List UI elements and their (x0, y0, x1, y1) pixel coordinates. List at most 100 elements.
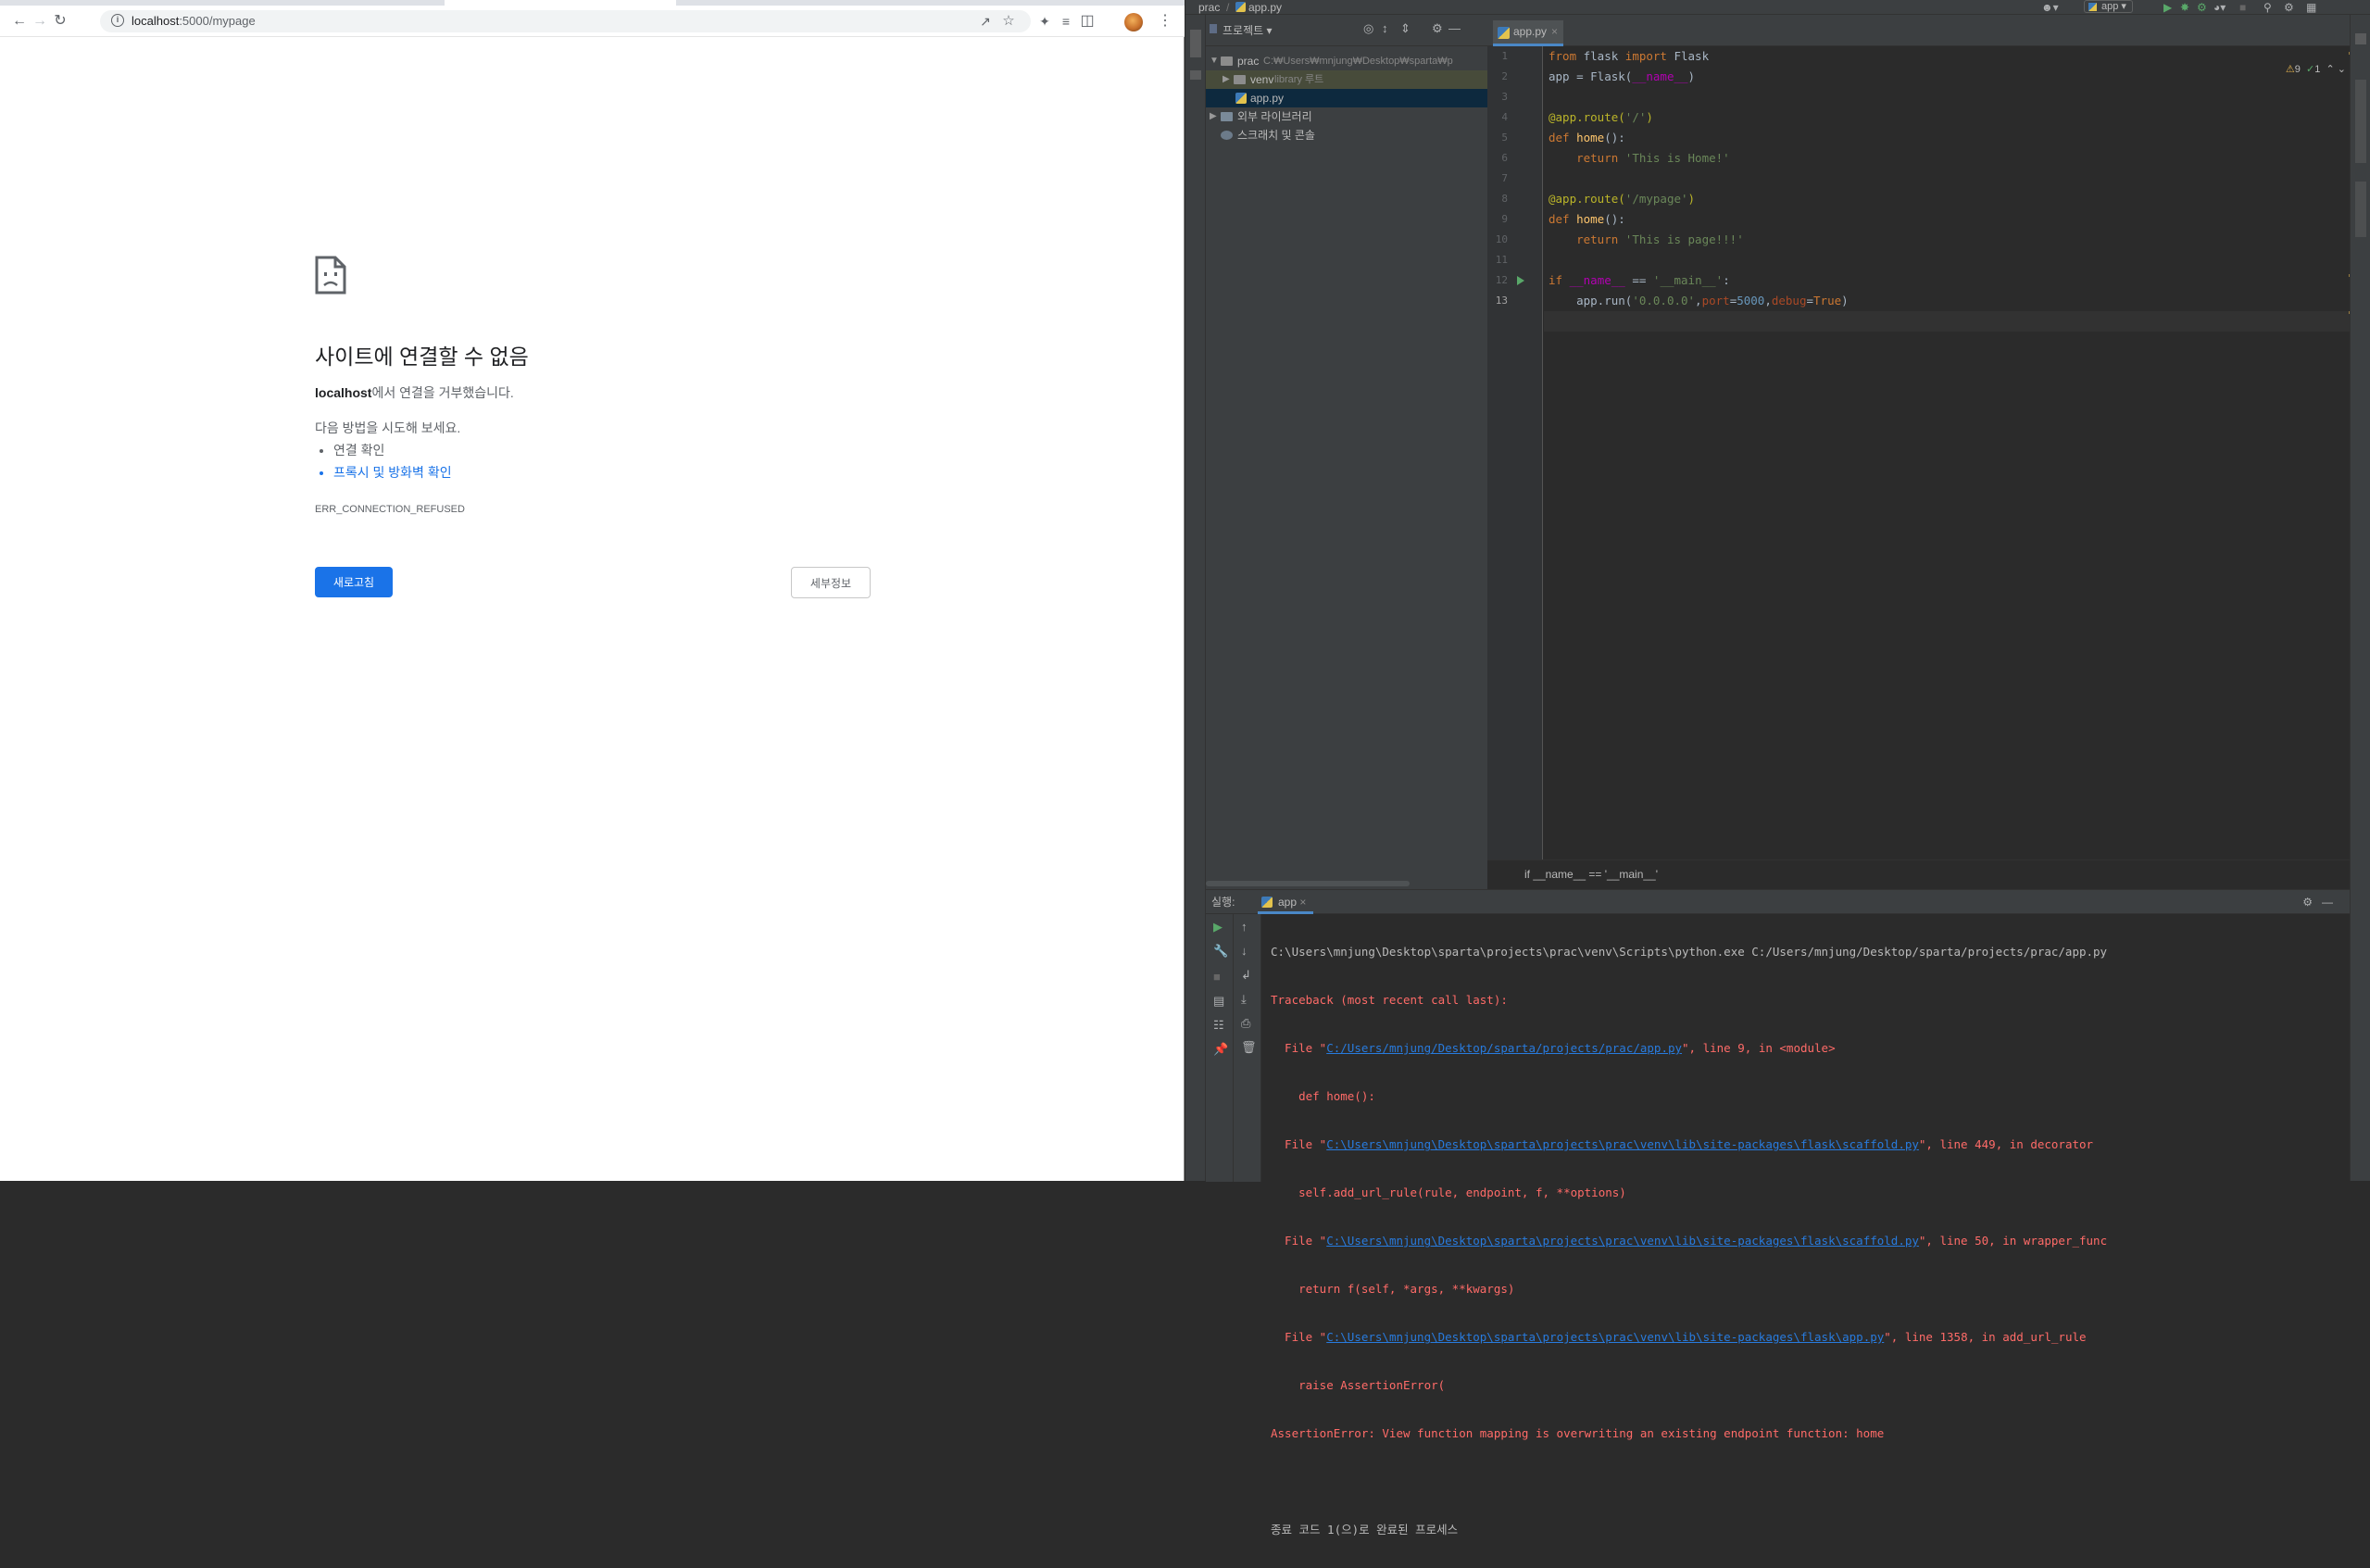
browser-menu-icon[interactable]: ⋮ (1155, 11, 1175, 31)
code-line[interactable]: return 'This is page!!!' (1549, 230, 1744, 250)
panel-options-icon[interactable]: ⚙ (1432, 21, 1443, 36)
tree-item-prac[interactable]: ▼ prac C:₩Users₩mnjung₩Desktop₩sparta₩p (1206, 52, 1487, 70)
folder-icon (1234, 75, 1246, 84)
chevron-right-icon[interactable]: ▶ (1223, 70, 1230, 89)
forward-icon[interactable]: → (30, 11, 50, 31)
nav-crumb-file[interactable]: app.py (1248, 1, 1282, 14)
console-file-link[interactable]: C:\Users\mnjung\Desktop\sparta\projects\… (1326, 1137, 1919, 1151)
share-icon[interactable]: ↗ (975, 11, 996, 31)
editor-tab-app-py[interactable]: app.py × (1493, 20, 1563, 46)
bookmark-star-icon[interactable]: ☆ (998, 11, 1019, 31)
close-run-tab-icon[interactable]: × (1299, 896, 1306, 909)
hide-panel-icon[interactable]: — (1448, 21, 1461, 35)
left-tool-strip (1185, 15, 1206, 1181)
rerun-icon[interactable]: ▶ (1213, 920, 1223, 935)
user-icon[interactable]: ☻▾ (2041, 1, 2059, 14)
run-settings-icon[interactable]: ⚙ (2302, 890, 2313, 914)
hide-run-panel-icon[interactable]: — (2322, 890, 2333, 914)
suggestions-label: 다음 방법을 시도해 보세요. (315, 420, 461, 435)
warning-icon: ⚠ (2285, 64, 2295, 75)
code-line[interactable]: return 'This is Home!' (1549, 148, 1730, 169)
run-config-selector[interactable]: app ▾ (2084, 0, 2133, 13)
restore-layout-icon[interactable]: ▤ (1213, 994, 1224, 1009)
scroll-up-icon[interactable]: ↑ (1241, 920, 1248, 934)
editor-breadcrumb[interactable]: if __name__ == '__main__' (1487, 859, 2370, 889)
close-tab-icon[interactable]: × (1551, 20, 1558, 44)
suggestion-check-proxy-firewall[interactable]: 프록시 및 방화벽 확인 (333, 461, 452, 483)
horizontal-scrollbar[interactable] (1206, 881, 1410, 886)
console-line: File "C:/Users/mnjung/Desktop/sparta/pro… (1271, 1038, 2345, 1059)
edit-config-icon[interactable]: 🔧 (1213, 944, 1228, 959)
line-number: 5 (1501, 132, 1508, 144)
run-gutter-icon[interactable] (1517, 276, 1524, 285)
stop-icon[interactable]: ■ (2239, 1, 2246, 14)
code-line[interactable]: @app.route('/mypage') (1549, 189, 1695, 209)
side-panel-icon[interactable]: ◫ (1077, 11, 1097, 31)
tree-item-venv[interactable]: ▶ venv library 루트 (1206, 70, 1487, 89)
debug-icon[interactable]: ✸ (2180, 1, 2189, 14)
run-panel: 실행: app × ⚙ — ▶ 🔧 ■ ▤ ☷ 📌 ↑ ↓ ↲ ⤓ ⎙ 🗑 C:… (1206, 889, 2350, 1537)
structure-tool-button[interactable] (1190, 70, 1201, 80)
coverage-icon[interactable]: ⚙ (2197, 1, 2207, 14)
tree-item-external-libraries[interactable]: ▶ 외부 라이브러리 (1206, 107, 1487, 126)
print-icon[interactable]: ⎙ (1241, 1016, 1250, 1031)
console-output[interactable]: C:\Users\mnjung\Desktop\sparta\projects\… (1271, 914, 2345, 1537)
error-page: 사이트에 연결할 수 없음 localhost에서 연결을 거부했습니다. 다음… (315, 0, 871, 1181)
inspection-widget[interactable]: ⚠9 ✓1 ⌃ ⌄ (2286, 63, 2346, 75)
project-tool-button[interactable] (1190, 30, 1201, 57)
tree-item-app-py[interactable]: app.py (1206, 89, 1487, 107)
nav-crumb-project[interactable]: prac (1198, 1, 1220, 14)
code-line[interactable]: if __name__ == '__main__': (1549, 270, 1730, 291)
code-line[interactable]: def home(): (1549, 209, 1625, 230)
extensions-icon[interactable]: ✦ (1035, 11, 1055, 31)
back-icon[interactable]: ← (9, 11, 30, 31)
error-code: ERR_CONNECTION_REFUSED (315, 504, 465, 515)
console-file-link[interactable]: C:\Users\mnjung\Desktop\sparta\projects\… (1326, 1330, 1884, 1344)
profile-avatar[interactable] (1124, 13, 1143, 31)
details-button[interactable]: 세부정보 (791, 567, 871, 598)
console-file-link[interactable]: C:/Users/mnjung/Desktop/sparta/projects/… (1326, 1041, 1682, 1055)
code-line[interactable]: @app.route('/') (1549, 107, 1653, 128)
chevron-right-icon[interactable]: ▶ (1210, 107, 1217, 126)
code-line[interactable]: def home(): (1549, 128, 1625, 148)
sciview-tool-button[interactable] (2355, 182, 2366, 237)
collapse-all-icon[interactable]: ⇕ (1400, 21, 1411, 36)
profile-run-icon[interactable]: ◕▾ (2213, 1, 2226, 14)
stop-icon[interactable]: ■ (1213, 970, 1221, 984)
project-panel-title[interactable]: 프로젝트 ▾ (1223, 22, 1273, 38)
code-line[interactable]: app.run('0.0.0.0',port=5000,debug=True) (1549, 291, 1849, 311)
chevron-down-icon[interactable]: ▼ (1210, 52, 1219, 70)
pin-tab-icon[interactable]: 📌 (1213, 1042, 1228, 1057)
search-everywhere-icon[interactable]: ⚲ (2263, 1, 2272, 14)
console-file-link[interactable]: C:\Users\mnjung\Desktop\sparta\projects\… (1326, 1234, 1919, 1248)
tree-item-scratches[interactable]: 스크래치 및 콘솔 (1206, 126, 1487, 144)
console-line: 종료 코드 1(으)로 완료된 프로세스 (1271, 1523, 1459, 1537)
site-info-icon[interactable]: i (111, 14, 124, 27)
expand-all-icon[interactable]: ↕ (1382, 21, 1388, 35)
tree-label: prac (1237, 55, 1260, 68)
scroll-down-icon[interactable]: ↓ (1241, 944, 1248, 958)
tree-label: 외부 라이브러리 (1237, 110, 1312, 123)
clear-console-icon[interactable]: 🗑 (1241, 1040, 1257, 1055)
settings-gear-icon[interactable]: ⚙ (2284, 1, 2294, 14)
folder-icon (1221, 56, 1233, 66)
scroll-to-end-icon[interactable]: ⤓ (1241, 992, 1247, 1007)
ide-logo-icon[interactable]: ▦ (2306, 1, 2316, 14)
reading-list-icon[interactable]: ≡ (1056, 11, 1076, 31)
reload-icon[interactable]: ↻ (50, 11, 70, 31)
code-line[interactable]: from flask import Flask (1549, 46, 1709, 67)
run-icon[interactable]: ▶ (2163, 1, 2172, 14)
locate-file-icon[interactable]: ◎ (1363, 21, 1373, 36)
line-number: 4 (1501, 111, 1508, 123)
notifications-tool-button[interactable] (2355, 33, 2366, 44)
database-tool-button[interactable] (2355, 80, 2366, 163)
layout-icon[interactable]: ☷ (1213, 1018, 1224, 1033)
tree-label: 스크래치 및 콘솔 (1237, 129, 1315, 142)
reload-button[interactable]: 새로고침 (315, 567, 393, 597)
address-url[interactable]: localhost:5000/mypage (132, 14, 256, 28)
code-line[interactable]: app = Flask(__name__) (1549, 67, 1695, 87)
soft-wrap-icon[interactable]: ↲ (1241, 968, 1251, 983)
sad-file-icon (315, 256, 346, 295)
line-number: 13 (1495, 295, 1508, 307)
run-tab-app[interactable]: app × (1258, 890, 1314, 914)
